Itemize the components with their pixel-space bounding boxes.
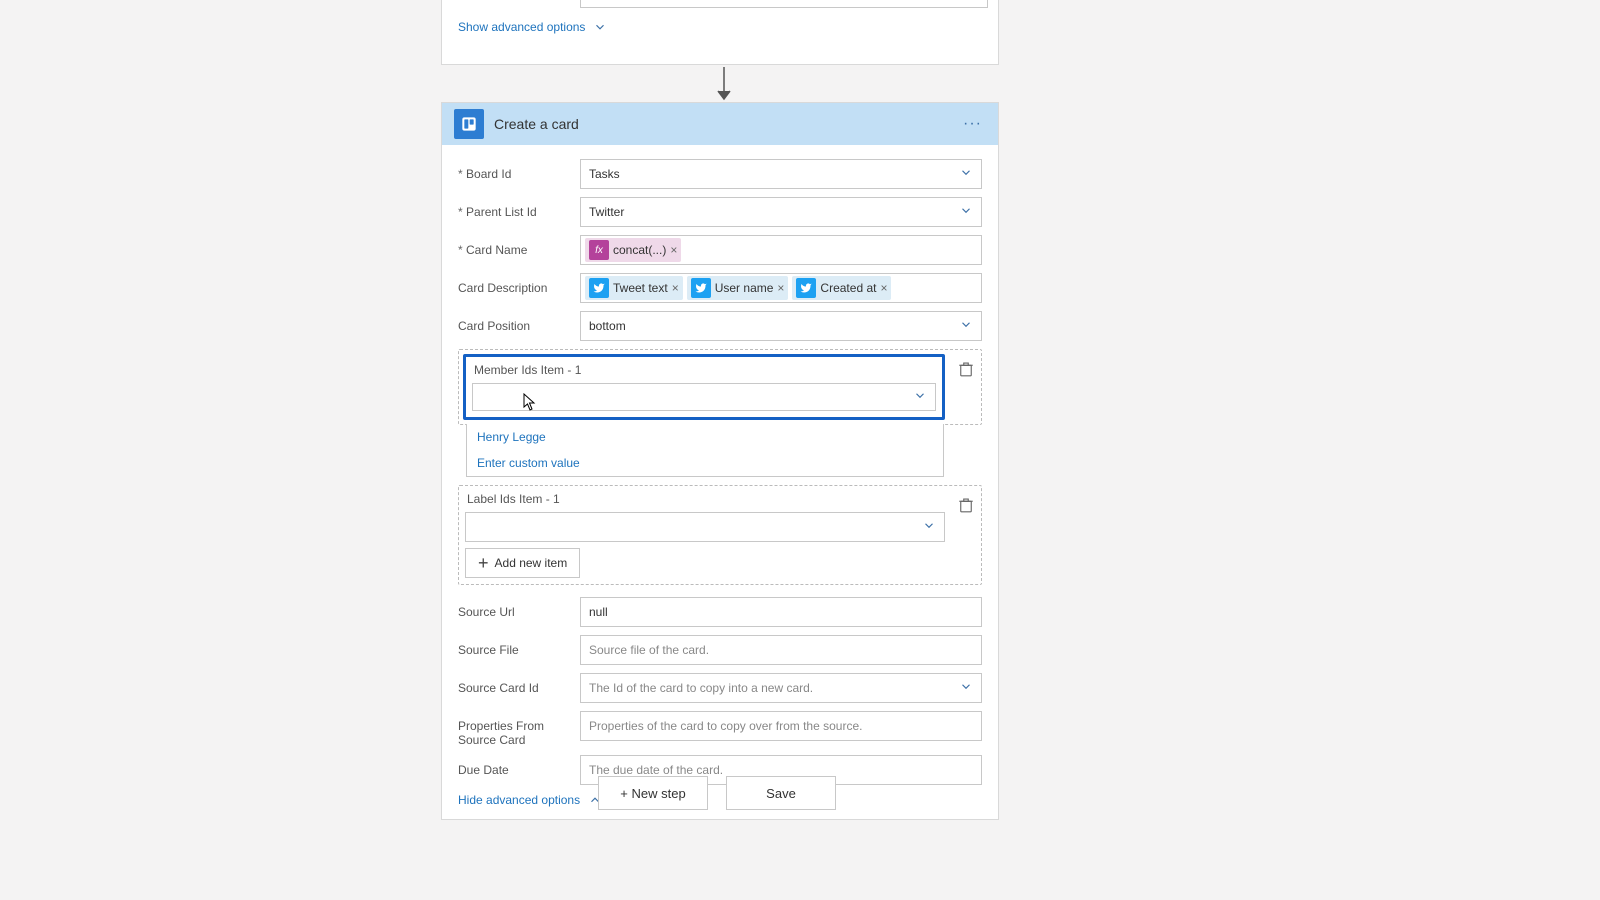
hide-advanced-label: Hide advanced options	[458, 793, 580, 807]
add-new-item-button[interactable]: +Add new item	[465, 548, 580, 578]
trigger-card: Show advanced options	[441, 0, 999, 65]
source-url-input[interactable]: null	[580, 597, 982, 627]
card-position-label: Card Position	[458, 311, 580, 333]
label-ids-delete[interactable]	[957, 496, 975, 514]
member-option-henry[interactable]: Henry Legge	[467, 424, 943, 450]
source-file-input[interactable]: Source file of the card.	[580, 635, 982, 665]
token-remove[interactable]: ×	[672, 281, 679, 295]
parent-list-select[interactable]: Twitter	[580, 197, 982, 227]
token-concat[interactable]: fxconcat(...)×	[585, 238, 681, 262]
board-id-select[interactable]: Tasks	[580, 159, 982, 189]
member-ids-select[interactable]	[472, 383, 936, 411]
label-ids-label: Label Ids Item - 1	[465, 492, 945, 506]
token-created-at[interactable]: Created at×	[792, 276, 891, 300]
member-option-custom[interactable]: Enter custom value	[467, 450, 943, 476]
properties-from-source-label: Properties From Source Card	[458, 711, 580, 747]
token-remove[interactable]: ×	[777, 281, 784, 295]
chevron-down-icon	[959, 204, 973, 218]
board-id-label: * Board Id	[458, 159, 580, 181]
chevron-down-icon	[959, 680, 973, 694]
token-remove[interactable]: ×	[670, 243, 677, 257]
token-tweet-text[interactable]: Tweet text×	[585, 276, 683, 300]
source-file-label: Source File	[458, 635, 580, 657]
fx-icon: fx	[589, 240, 609, 260]
member-ids-delete[interactable]	[957, 360, 975, 378]
label-ids-select[interactable]	[465, 512, 945, 542]
card-description-label: Card Description	[458, 273, 580, 295]
save-button[interactable]: Save	[726, 776, 836, 810]
trello-icon	[454, 109, 484, 139]
create-card-action: Create a card ··· * Board Id Tasks * Par…	[441, 102, 999, 820]
properties-from-source-input[interactable]: Properties of the card to copy over from…	[580, 711, 982, 741]
action-header[interactable]: Create a card ···	[442, 103, 998, 145]
plus-icon: +	[478, 554, 489, 572]
token-remove[interactable]: ×	[880, 281, 887, 295]
token-user-name[interactable]: User name×	[687, 276, 789, 300]
new-step-button[interactable]: + New step	[598, 776, 708, 810]
twitter-icon	[691, 278, 711, 298]
show-advanced-options[interactable]: Show advanced options	[442, 10, 998, 44]
chevron-down-icon	[922, 519, 936, 533]
action-title: Create a card	[494, 116, 579, 132]
label-ids-group: Label Ids Item - 1 +Add new item	[458, 485, 982, 585]
show-advanced-label: Show advanced options	[458, 20, 585, 34]
footer-actions: + New step Save	[598, 776, 836, 810]
partial-input-bottom	[580, 0, 988, 8]
card-description-input[interactable]: Tweet text× User name× Created at×	[580, 273, 982, 303]
member-ids-group: Member Ids Item - 1 Henry Legge Enter cu…	[458, 349, 982, 425]
chevron-down-icon	[959, 318, 973, 332]
source-card-id-select[interactable]: The Id of the card to copy into a new ca…	[580, 673, 982, 703]
parent-list-label: * Parent List Id	[458, 197, 580, 219]
member-ids-dropdown: Henry Legge Enter custom value	[466, 424, 944, 477]
card-name-input[interactable]: fxconcat(...)×	[580, 235, 982, 265]
chevron-down-icon	[959, 166, 973, 180]
flow-connector-arrow	[716, 67, 732, 101]
card-name-label: * Card Name	[458, 235, 580, 257]
source-url-label: Source Url	[458, 597, 580, 619]
member-ids-label: Member Ids Item - 1	[472, 363, 936, 377]
card-position-select[interactable]: bottom	[580, 311, 982, 341]
action-menu-button[interactable]: ···	[959, 111, 986, 137]
member-ids-focus: Member Ids Item - 1	[463, 354, 945, 420]
chevron-down-icon	[593, 20, 607, 34]
chevron-down-icon	[913, 389, 927, 403]
source-card-id-label: Source Card Id	[458, 673, 580, 695]
due-date-label: Due Date	[458, 755, 580, 777]
twitter-icon	[796, 278, 816, 298]
twitter-icon	[589, 278, 609, 298]
